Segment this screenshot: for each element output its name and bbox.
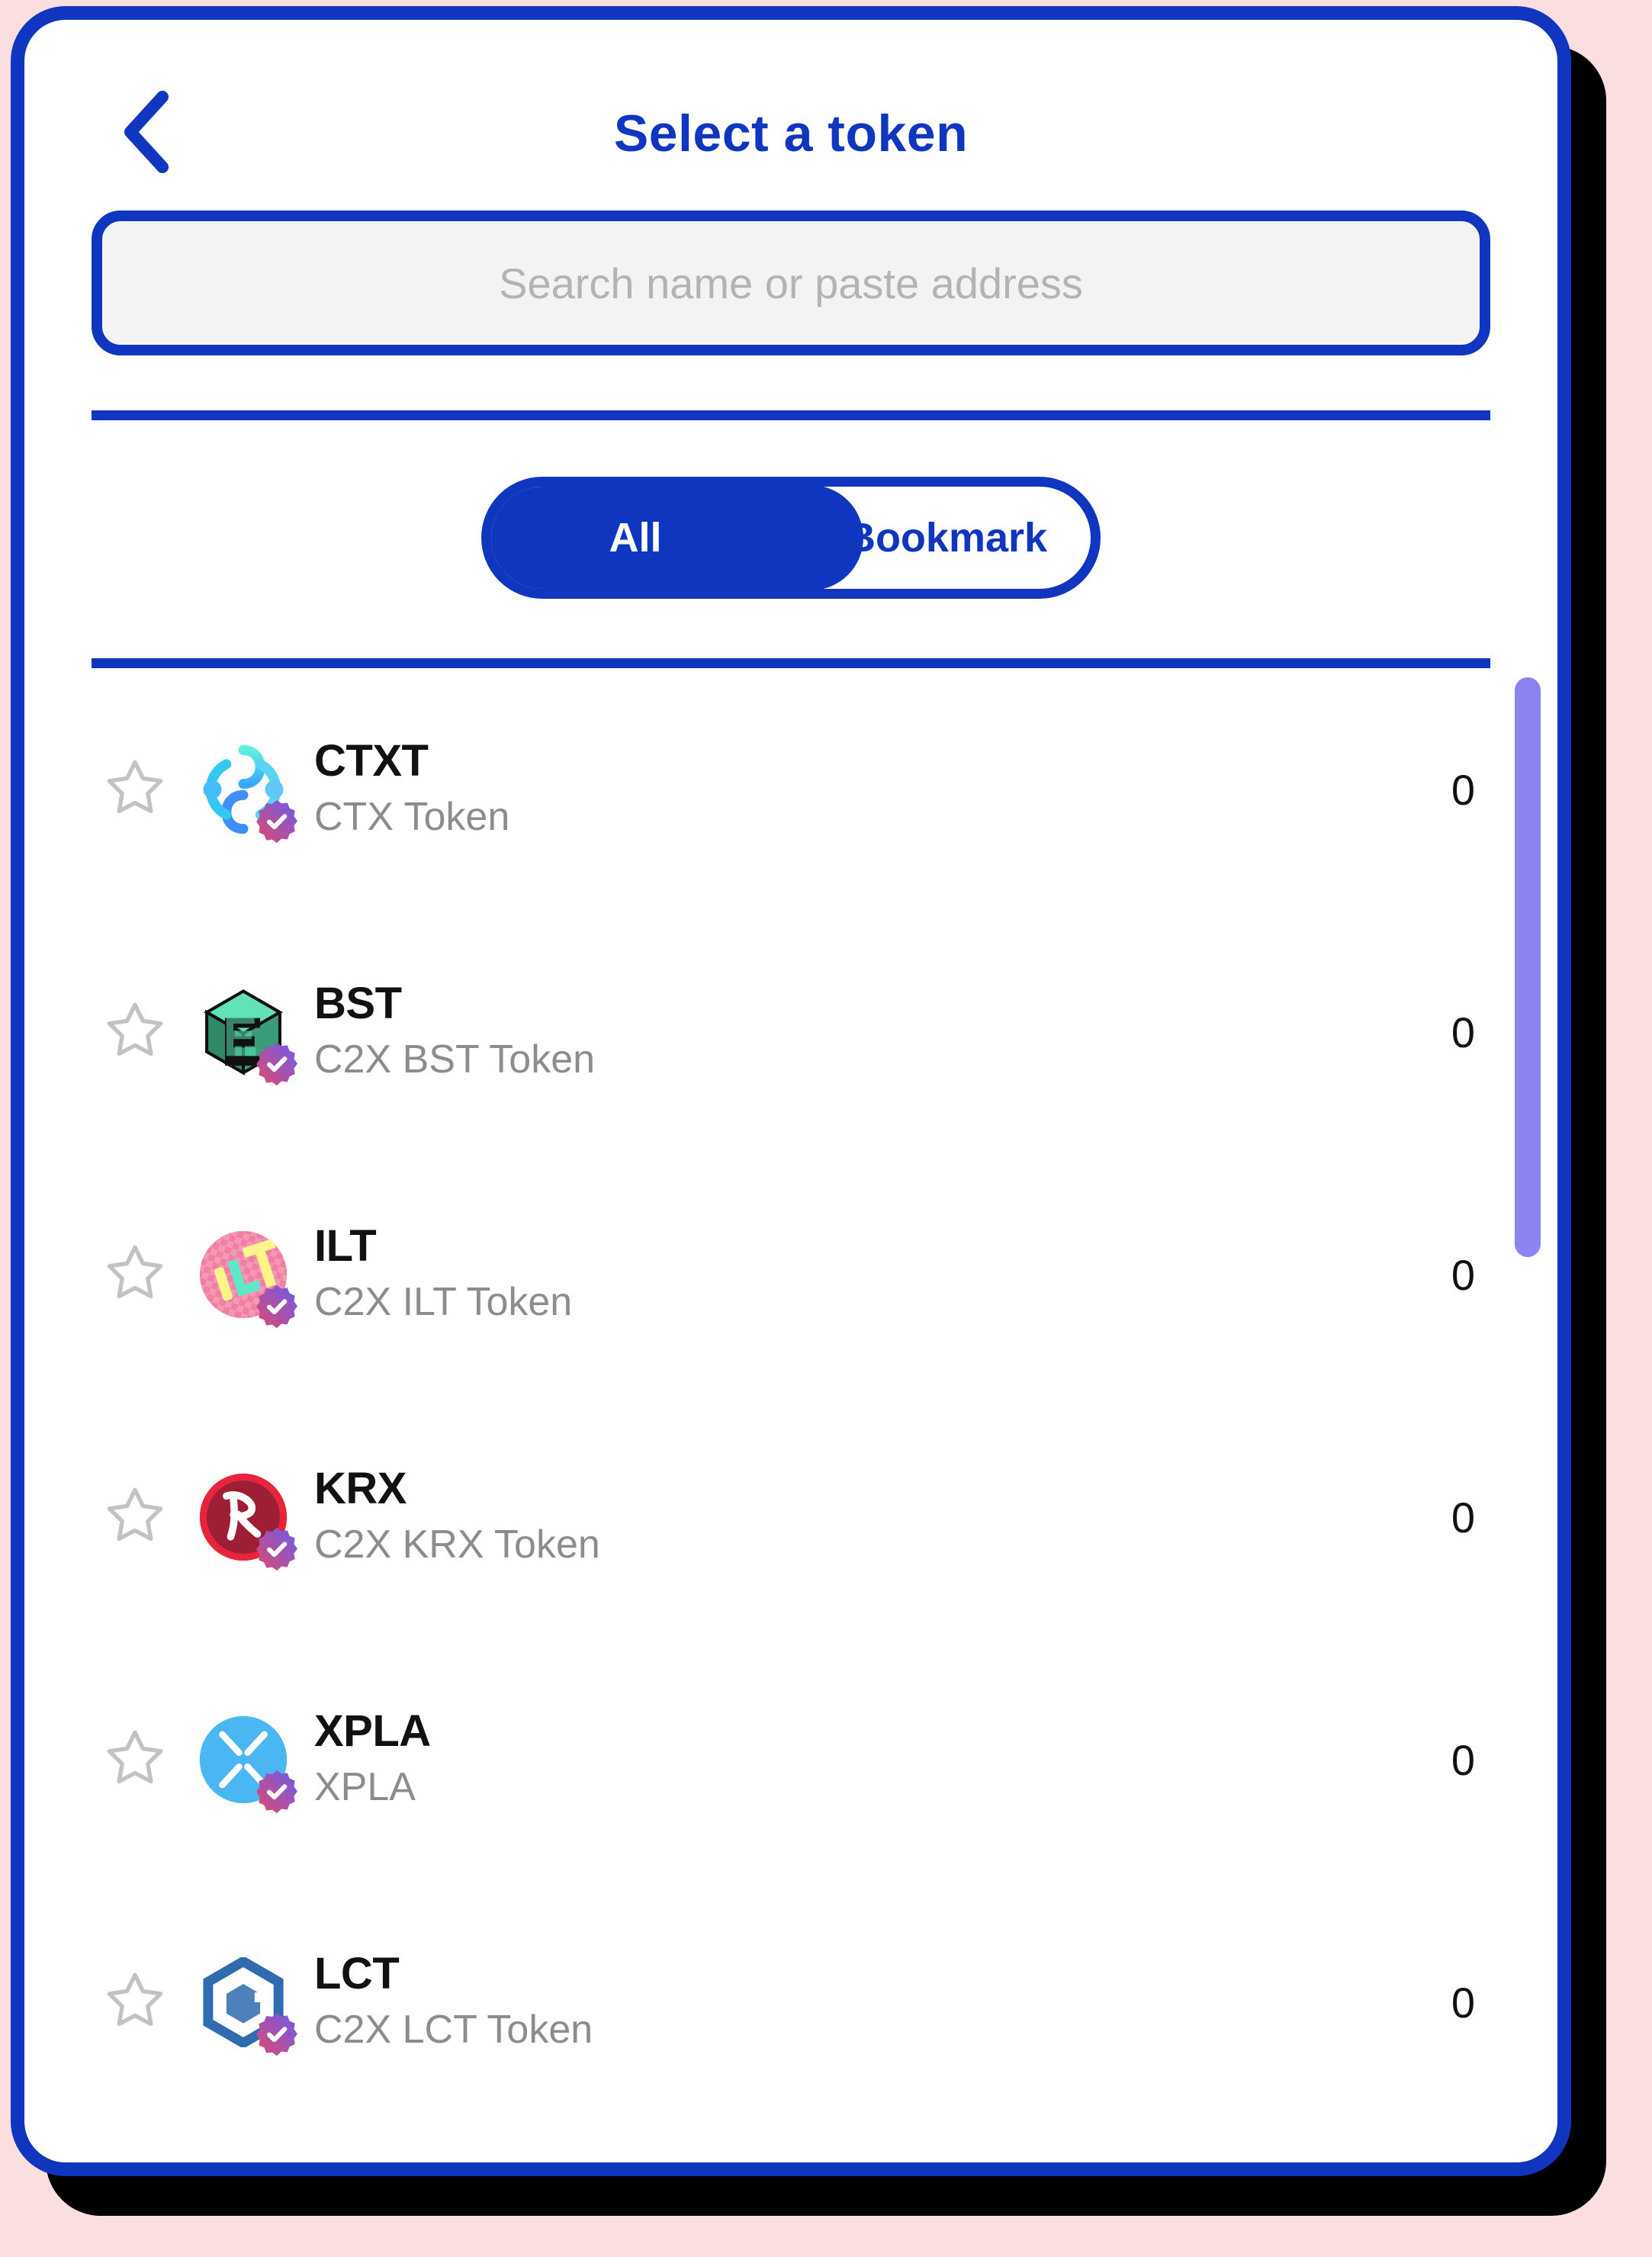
verified-badge-icon [253, 1040, 301, 1088]
token-info: ILT C2X ILT Token [314, 1221, 1451, 1327]
token-name: C2X KRX Token [314, 1522, 600, 1567]
bookmark-star-button[interactable] [101, 1240, 185, 1310]
token-name: XPLA [314, 1764, 416, 1809]
token-info: XPLA XPLA [314, 1706, 1451, 1812]
star-outline-icon [101, 1483, 169, 1552]
star-outline-icon [101, 755, 169, 825]
token-info: LCT C2X LCT Token [314, 1949, 1451, 2055]
verified-badge-icon [253, 2011, 301, 2058]
token-list-item[interactable]: XPLA XPLA 0 [24, 1638, 1557, 1881]
search-container [92, 211, 1490, 355]
star-outline-icon [101, 1725, 169, 1795]
token-list-item[interactable]: CTXT CTX Token 0 [24, 668, 1557, 911]
token-logo [198, 1472, 297, 1571]
tab-bookmark[interactable]: Bookmark [779, 487, 1091, 589]
verified-badge-icon [253, 1283, 301, 1330]
star-outline-icon [101, 998, 169, 1067]
token-symbol: KRX [314, 1464, 407, 1514]
token-balance: 0 [1451, 1008, 1475, 1056]
app-background: Select a token All Bookmark [0, 0, 1652, 2257]
token-symbol: BST [314, 979, 402, 1029]
token-balance: 0 [1451, 1978, 1475, 2027]
token-name: C2X LCT Token [314, 2007, 593, 2052]
divider-top [92, 410, 1490, 420]
token-list-item[interactable]: ILT C2X ILT Token 0 [24, 1153, 1557, 1396]
token-list-item[interactable]: KRX C2X KRX Token 0 [24, 1396, 1557, 1638]
token-symbol: ILT [314, 1221, 377, 1272]
star-outline-icon [101, 1240, 169, 1310]
tab-all[interactable]: All [491, 487, 779, 589]
bookmark-star-button[interactable] [101, 1725, 185, 1795]
token-logo [198, 1956, 297, 2056]
verified-badge-icon [253, 1526, 301, 1573]
token-list-item[interactable]: BST C2X BST Token 0 [24, 911, 1557, 1153]
token-symbol: XPLA [314, 1706, 431, 1757]
token-balance: 0 [1451, 1493, 1475, 1542]
tab-bookmark-label: Bookmark [845, 515, 1048, 561]
verified-badge-icon [253, 1768, 301, 1815]
token-balance: 0 [1451, 1735, 1475, 1784]
token-list[interactable]: CTXT CTX Token 0 BST C2X BST Token 0 ILT… [24, 668, 1557, 2117]
token-name: C2X ILT Token [314, 1279, 573, 1324]
divider-bottom [92, 658, 1490, 668]
filter-toggle-row: All Bookmark [24, 420, 1557, 658]
token-info: BST C2X BST Token [314, 979, 1451, 1085]
token-name: C2X BST Token [314, 1037, 596, 1082]
token-logo [198, 744, 297, 844]
token-balance: 0 [1451, 765, 1475, 814]
token-list-item[interactable]: LCT C2X LCT Token 0 [24, 1881, 1557, 2117]
modal-header: Select a token [24, 20, 1557, 211]
token-select-modal: Select a token All Bookmark [11, 6, 1571, 2176]
verified-badge-icon [253, 798, 301, 845]
filter-toggle[interactable]: All Bookmark [481, 477, 1101, 599]
token-info: KRX C2X KRX Token [314, 1464, 1451, 1570]
token-symbol: LCT [314, 1949, 400, 1999]
token-logo [198, 1230, 297, 1329]
bookmark-star-button[interactable] [101, 1483, 185, 1552]
page-title: Select a token [613, 104, 969, 162]
bookmark-star-button[interactable] [101, 998, 185, 1067]
star-outline-icon [101, 1968, 169, 2037]
bookmark-star-button[interactable] [101, 1968, 185, 2037]
search-input[interactable] [92, 211, 1490, 355]
token-symbol: CTXT [314, 736, 429, 786]
token-info: CTXT CTX Token [314, 736, 1451, 842]
token-logo [198, 1715, 297, 1814]
token-list-scrollbar[interactable] [1515, 668, 1541, 2117]
bookmark-star-button[interactable] [101, 755, 185, 825]
tab-all-label: All [609, 515, 662, 561]
token-logo [198, 987, 297, 1086]
scrollbar-thumb[interactable] [1515, 677, 1541, 1257]
token-name: CTX Token [314, 794, 510, 839]
token-balance: 0 [1451, 1250, 1475, 1299]
